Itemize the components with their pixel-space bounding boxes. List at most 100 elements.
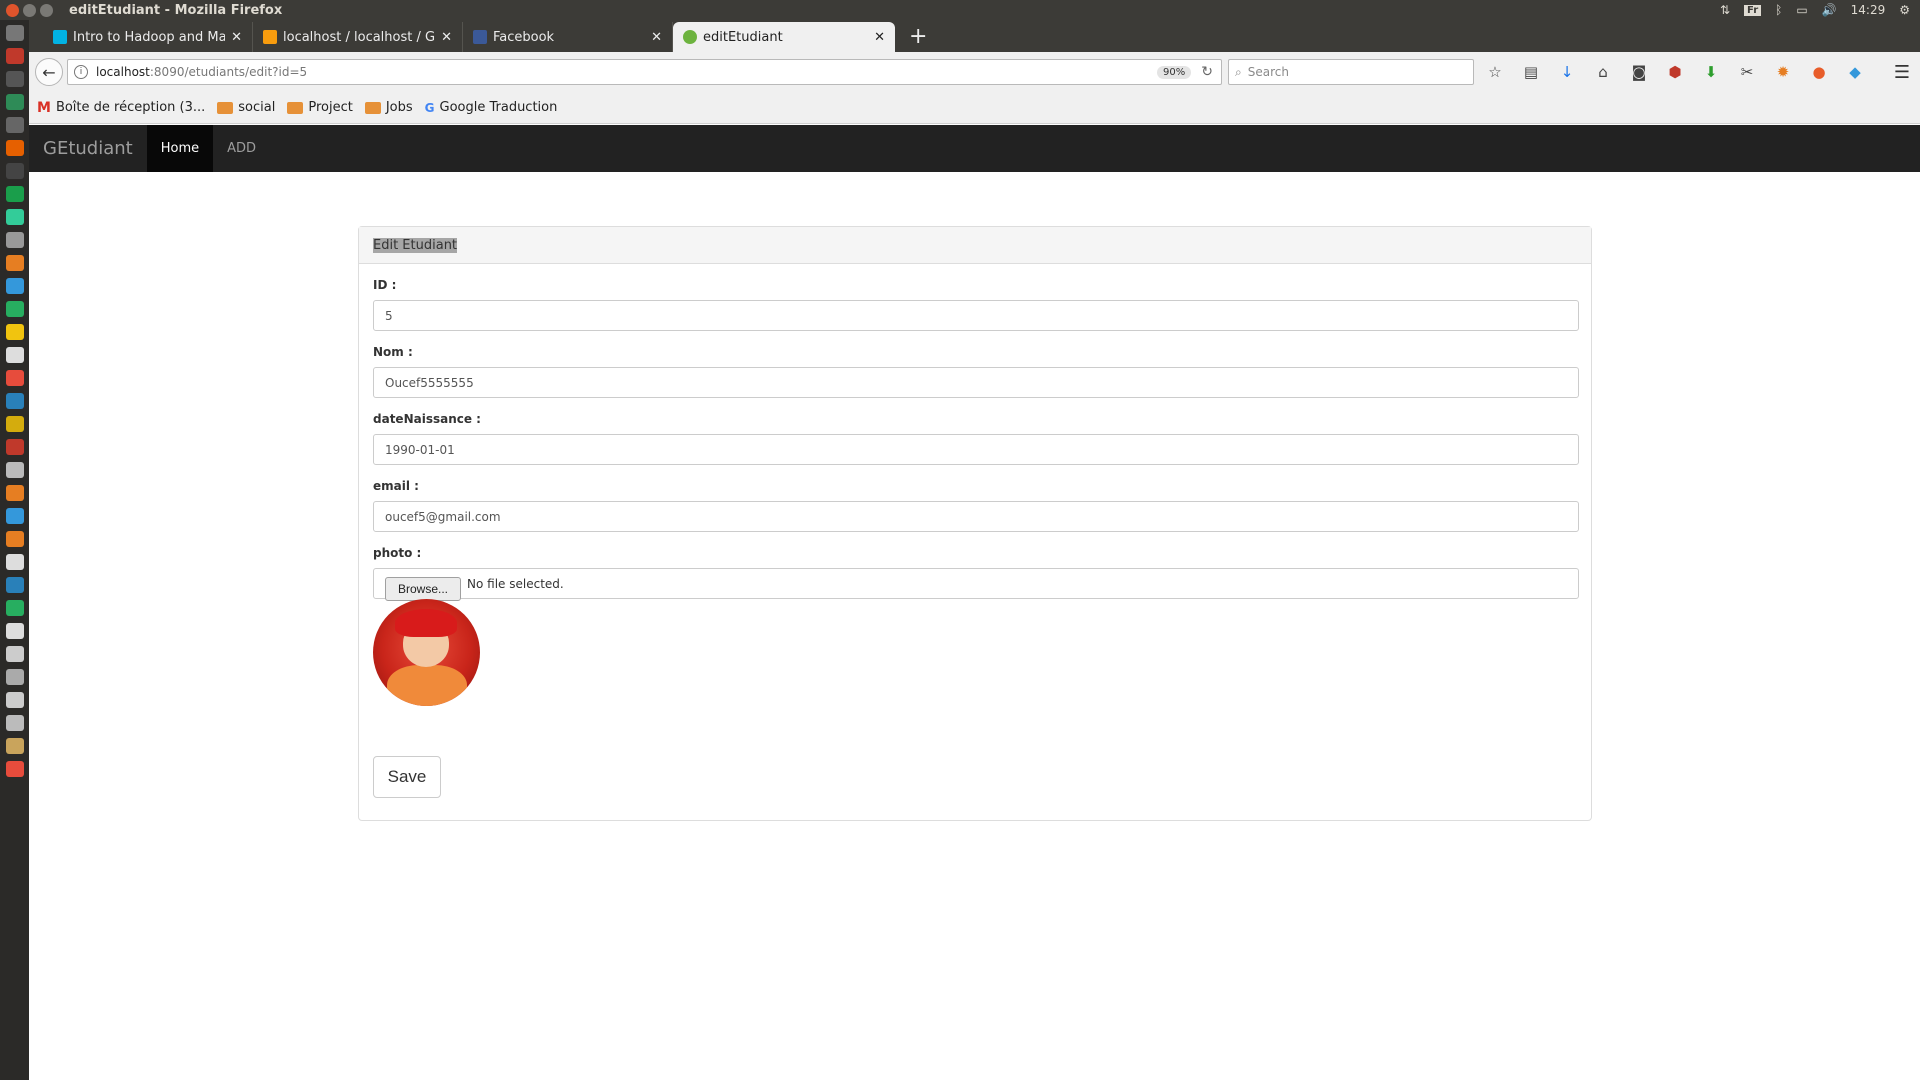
- settings-gear-icon[interactable]: ⚙: [1899, 3, 1910, 17]
- launcher-app-icon[interactable]: [5, 462, 24, 478]
- new-tab-button[interactable]: +: [909, 22, 927, 52]
- browse-button[interactable]: Browse...: [385, 577, 462, 601]
- launcher-app-icon[interactable]: [5, 117, 24, 133]
- launcher-app-icon[interactable]: [5, 186, 24, 202]
- launcher-app-icon[interactable]: [5, 416, 24, 432]
- nav-home-link[interactable]: Home: [146, 125, 214, 172]
- launcher-app-icon[interactable]: [5, 715, 24, 731]
- launcher-app-icon[interactable]: [5, 301, 24, 317]
- launcher-app-icon[interactable]: [5, 554, 24, 570]
- nom-field[interactable]: Oucef5555555: [373, 367, 1579, 398]
- system-tray: ⇅ Fr ᛒ ▭ 🔊 14:29 ⚙: [1720, 3, 1910, 17]
- firefox-icon[interactable]: [5, 140, 24, 156]
- close-icon[interactable]: ✕: [231, 30, 242, 45]
- bookmark-google-traduction[interactable]: G Google Traduction: [425, 100, 558, 115]
- window-close-button[interactable]: [6, 3, 19, 17]
- clock[interactable]: 14:29: [1851, 3, 1886, 17]
- id-field[interactable]: 5: [373, 300, 1579, 331]
- launcher-app-icon[interactable]: [5, 163, 24, 179]
- keyboard-layout-indicator[interactable]: Fr: [1744, 4, 1762, 16]
- download-icon[interactable]: ↓: [1558, 63, 1576, 81]
- download-helper-icon[interactable]: ⬇: [1702, 63, 1720, 81]
- launcher-app-icon[interactable]: [5, 439, 24, 455]
- launcher-app-icon[interactable]: [5, 738, 24, 754]
- email-field[interactable]: oucef5@gmail.com: [373, 501, 1579, 532]
- launcher-app-icon[interactable]: [5, 94, 24, 110]
- launcher-app-icon[interactable]: [5, 255, 24, 271]
- tab-phpmyadmin[interactable]: localhost / localhost / GE ✕: [253, 22, 463, 52]
- app-brand[interactable]: GEtudiant: [29, 125, 147, 172]
- home-icon[interactable]: ⌂: [1594, 63, 1612, 81]
- launcher-app-icon[interactable]: [5, 692, 24, 708]
- launcher-app-icon[interactable]: [5, 531, 24, 547]
- launcher-app-icon[interactable]: [5, 577, 24, 593]
- launcher-app-icon[interactable]: [5, 278, 24, 294]
- close-icon[interactable]: ✕: [441, 30, 452, 45]
- window-maximize-button[interactable]: [40, 3, 53, 17]
- date-naissance-label: dateNaissance :: [373, 412, 481, 426]
- launcher-app-icon[interactable]: [5, 600, 24, 616]
- bookmarks-list-icon[interactable]: ▤: [1522, 63, 1540, 81]
- nav-add-link[interactable]: ADD: [213, 125, 270, 172]
- screenshot-icon[interactable]: ✂: [1738, 63, 1756, 81]
- tab-facebook[interactable]: Facebook ✕: [463, 22, 673, 52]
- launcher-app-icon[interactable]: [5, 761, 24, 777]
- launcher-app-icon[interactable]: [5, 48, 24, 64]
- addon-diamond-icon[interactable]: ◆: [1846, 63, 1864, 81]
- bluetooth-icon[interactable]: ᛒ: [1775, 3, 1782, 17]
- photo-file-input[interactable]: Browse... No file selected.: [373, 568, 1579, 601]
- tab-hadoop[interactable]: Intro to Hadoop and MapR ✕: [43, 22, 253, 52]
- launcher-app-icon[interactable]: [5, 669, 24, 685]
- edit-form: ID : 5 Nom : Oucef5555555 dateNaissance …: [359, 264, 1591, 812]
- launcher-app-icon[interactable]: [5, 209, 24, 225]
- bookmark-folder-social[interactable]: social: [217, 100, 275, 115]
- battery-icon[interactable]: ▭: [1796, 3, 1807, 17]
- adblock-icon[interactable]: ⬢: [1666, 63, 1684, 81]
- id-label: ID :: [373, 278, 397, 292]
- bookmark-label: Project: [308, 100, 353, 115]
- bookmark-folder-project[interactable]: Project: [287, 100, 353, 115]
- addon-icon[interactable]: ●: [1810, 63, 1828, 81]
- launcher-app-icon[interactable]: [5, 232, 24, 248]
- network-icon[interactable]: ⇅: [1720, 3, 1730, 17]
- launcher-app-icon[interactable]: [5, 646, 24, 662]
- google-translate-icon: G: [424, 100, 435, 115]
- browser-tab-strip: Intro to Hadoop and MapR ✕ localhost / l…: [29, 20, 1920, 52]
- launcher-app-icon[interactable]: [5, 370, 24, 386]
- url-bar[interactable]: i localhost :8090/etudiants/edit?id=5 90…: [67, 59, 1222, 85]
- bookmark-folder-jobs[interactable]: Jobs: [364, 100, 413, 115]
- launcher-app-icon[interactable]: [5, 508, 24, 524]
- pocket-icon[interactable]: ◙: [1630, 63, 1648, 81]
- window-minimize-button[interactable]: [23, 3, 36, 17]
- tab-label: Facebook: [493, 29, 555, 45]
- reload-icon[interactable]: ↻: [1201, 64, 1213, 80]
- search-input[interactable]: ⌕ Search: [1228, 59, 1474, 85]
- firebug-icon[interactable]: ✹: [1774, 63, 1792, 81]
- close-icon[interactable]: ✕: [651, 30, 662, 45]
- launcher-app-icon[interactable]: [5, 623, 24, 639]
- panel-title: Edit Etudiant: [373, 237, 458, 253]
- avatar-body: [387, 665, 467, 706]
- launcher-app-icon[interactable]: [5, 71, 24, 87]
- site-info-icon[interactable]: i: [74, 65, 88, 79]
- window-controls: [6, 3, 53, 17]
- launcher-app-icon[interactable]: [5, 347, 24, 363]
- panel-heading: Edit Etudiant: [359, 227, 1591, 264]
- back-button[interactable]: ←: [35, 58, 63, 86]
- form-group-photo: photo : Browse... No file selected.: [373, 546, 1579, 601]
- zoom-level-badge[interactable]: 90%: [1157, 65, 1192, 79]
- tab-editetudiant[interactable]: editEtudiant ✕: [673, 22, 895, 52]
- launcher-app-icon[interactable]: [5, 324, 24, 340]
- date-naissance-field[interactable]: 1990-01-01: [373, 434, 1579, 465]
- volume-icon[interactable]: 🔊: [1822, 3, 1837, 17]
- save-button[interactable]: Save: [373, 756, 441, 798]
- bookmark-star-icon[interactable]: ☆: [1486, 63, 1504, 81]
- close-icon[interactable]: ✕: [874, 30, 885, 45]
- launcher-app-icon[interactable]: [5, 485, 24, 501]
- facebook-icon: [473, 30, 487, 44]
- dash-icon[interactable]: [5, 25, 24, 41]
- search-placeholder: Search: [1247, 65, 1289, 79]
- launcher-app-icon[interactable]: [5, 393, 24, 409]
- hamburger-menu-icon[interactable]: ☰: [1894, 62, 1910, 83]
- bookmark-gmail[interactable]: M Boîte de réception (3...: [37, 100, 205, 116]
